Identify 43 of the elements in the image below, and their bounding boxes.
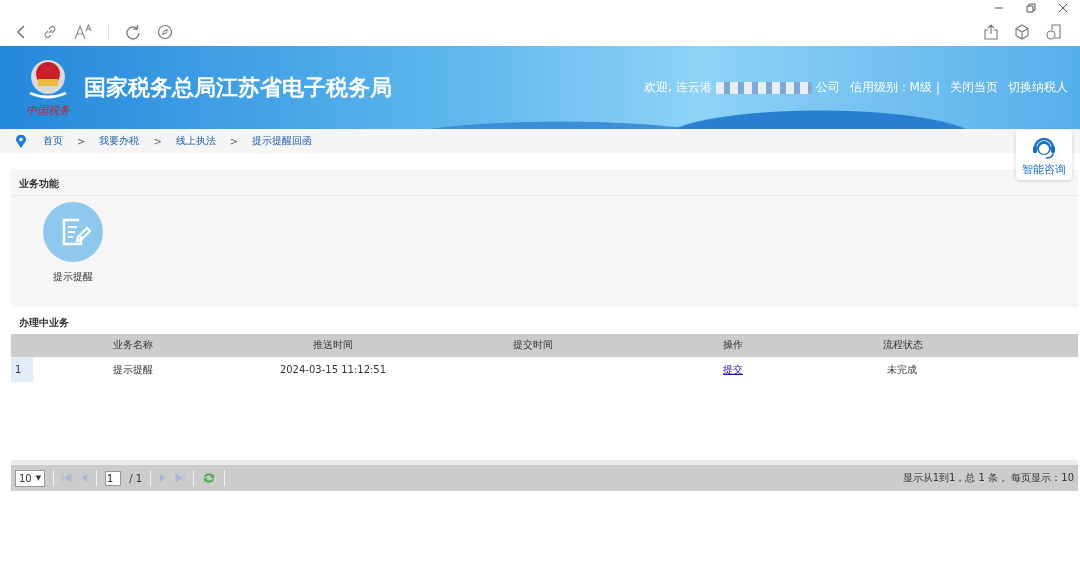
breadcrumb-link[interactable]: 线上执法 xyxy=(175,134,216,148)
section-title: 办理中业务 xyxy=(18,316,70,330)
link-icon[interactable] xyxy=(42,24,58,40)
breadcrumb-link[interactable]: 我要办税 xyxy=(99,134,140,148)
back-icon[interactable] xyxy=(16,25,26,39)
function-tile[interactable]: 提示提醒 xyxy=(43,202,103,284)
horizontal-scrollbar[interactable] xyxy=(11,460,1078,465)
cube-icon[interactable] xyxy=(1014,24,1030,40)
table-cell: 2024-03-15 11:12:51 xyxy=(279,364,387,375)
reload-icon[interactable] xyxy=(125,24,141,40)
restore-icon[interactable] xyxy=(1026,3,1036,13)
column-header: 操作 xyxy=(722,339,744,352)
submit-link[interactable]: 提交 xyxy=(723,363,743,375)
logo-caption: 中国税务 xyxy=(26,103,70,118)
separator: | xyxy=(935,80,940,95)
location-pin-icon xyxy=(16,134,26,148)
breadcrumb-separator: > xyxy=(229,135,239,147)
breadcrumb-separator: > xyxy=(153,135,162,147)
breadcrumb-link[interactable]: 提示提醒回函 xyxy=(252,134,313,148)
breadcrumb-link[interactable]: 首页 xyxy=(43,134,63,148)
column-header: 推送时间 xyxy=(312,339,354,352)
close-icon[interactable] xyxy=(1058,3,1068,13)
page-total: / 1 xyxy=(129,472,143,484)
refresh-icon[interactable] xyxy=(202,472,217,484)
column-header: 业务名称 xyxy=(112,339,154,352)
column-header: 提交时间 xyxy=(512,339,554,352)
breadcrumb-separator: > xyxy=(77,135,86,147)
text-size-icon[interactable] xyxy=(74,24,92,40)
pager-summary: 显示从1到1，总 1 条 。每页显示：10 xyxy=(902,471,1074,485)
table-cell: 提示提醒 xyxy=(113,363,153,375)
table-cell: 未完成 xyxy=(887,363,917,375)
site-title: 国家税务总局江苏省电子税务局 xyxy=(84,73,392,102)
compass-icon[interactable] xyxy=(157,24,173,40)
credit-level: 信用级别：M级 xyxy=(849,79,932,96)
column-header: 流程状态 xyxy=(882,339,924,352)
company-suffix: 公司 xyxy=(815,79,840,96)
smart-consult-button[interactable]: 智能咨询 xyxy=(1016,130,1072,180)
row-number: 1 xyxy=(11,357,33,382)
page-input[interactable]: 1 xyxy=(105,470,122,486)
device-icon[interactable] xyxy=(1046,24,1062,40)
share-icon[interactable] xyxy=(984,24,998,40)
edit-document-icon xyxy=(43,202,103,262)
welcome-text: 欢迎, 连云港 xyxy=(643,79,712,96)
